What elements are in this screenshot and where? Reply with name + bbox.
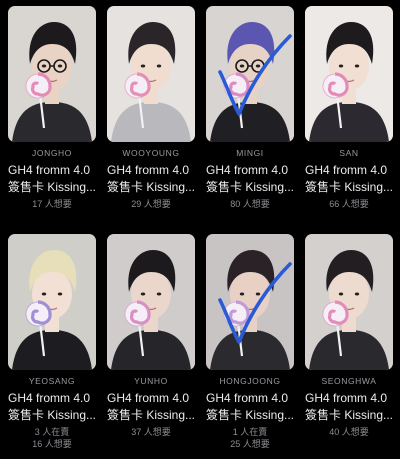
member-name: SEONGHWA: [321, 376, 377, 386]
eye-left: [239, 292, 245, 296]
card-title-line2: 簽售卡 Kissing...: [8, 180, 96, 194]
photocard-image[interactable]: [107, 6, 195, 142]
eye-left: [338, 292, 344, 296]
photocard-image[interactable]: [305, 234, 393, 370]
card-title-line2: 簽售卡 Kissing...: [206, 408, 294, 422]
photocard-image[interactable]: [107, 234, 195, 370]
member-name: YEOSANG: [28, 376, 76, 386]
member-name: HONGJOONG: [219, 376, 281, 386]
photocard-image[interactable]: [8, 234, 96, 370]
card-title-line1: GH4 fromm 4.0: [206, 163, 289, 177]
member-portrait: [8, 6, 96, 142]
eye-left: [140, 292, 146, 296]
wanted-count: 25 人想要: [230, 439, 270, 449]
photocard-image[interactable]: [305, 6, 393, 142]
wanted-count: 80 人想要: [230, 199, 270, 209]
eye-left: [41, 64, 47, 68]
photocard-item[interactable]: SEONGHWA GH4 fromm 4.0 簽售卡 Kissing... 40 人想…: [305, 234, 393, 456]
photocard-item[interactable]: MINGI GH4 fromm 4.0 簽售卡 Kissing... 80 人想要: [206, 6, 294, 228]
card-title-line1: GH4 fromm 4.0: [107, 391, 190, 405]
wanted-count: 29 人想要: [131, 199, 171, 209]
eye-right: [156, 292, 162, 296]
card-title-line1: GH4 fromm 4.0: [305, 163, 388, 177]
selling-count: 1 人在賣: [232, 427, 268, 437]
photocard-item[interactable]: JONGHO GH4 fromm 4.0 簽售卡 Kissing... 17 人想要: [8, 6, 96, 228]
card-title-line2: 簽售卡 Kissing...: [305, 180, 393, 194]
photocard-image[interactable]: [8, 6, 96, 142]
eye-right: [255, 292, 261, 296]
member-portrait: [206, 6, 294, 142]
card-title-line2: 簽售卡 Kissing...: [305, 408, 393, 422]
eye-left: [239, 64, 245, 68]
photocard-grid: JONGHO GH4 fromm 4.0 簽售卡 Kissing... 17 人想要 W…: [8, 6, 396, 456]
eye-left: [338, 64, 344, 68]
eye-right: [354, 292, 360, 296]
eye-left: [41, 292, 47, 296]
member-portrait: [305, 6, 393, 142]
photocard-image[interactable]: [206, 6, 294, 142]
member-portrait: [305, 234, 393, 370]
card-title-line2: 簽售卡 Kissing...: [206, 180, 294, 194]
photocard-item[interactable]: HONGJOONG GH4 fromm 4.0 簽售卡 Kissing... 1 人在…: [206, 234, 294, 456]
card-title-line1: GH4 fromm 4.0: [305, 391, 388, 405]
eye-right: [354, 64, 360, 68]
member-portrait: [206, 234, 294, 370]
photocard-item[interactable]: WOOYOUNG GH4 fromm 4.0 簽售卡 Kissing... 29 人想…: [107, 6, 195, 228]
card-title-line1: GH4 fromm 4.0: [8, 391, 91, 405]
card-title-line1: GH4 fromm 4.0: [8, 163, 91, 177]
member-name: WOOYOUNG: [122, 148, 180, 158]
photocard-item[interactable]: YUNHO GH4 fromm 4.0 簽售卡 Kissing... 37 人想要: [107, 234, 195, 456]
eye-left: [140, 64, 146, 68]
member-portrait: [107, 6, 195, 142]
member-portrait: [107, 234, 195, 370]
card-title-line2: 簽售卡 Kissing...: [8, 408, 96, 422]
wanted-count: 66 人想要: [329, 199, 369, 209]
wanted-count: 17 人想要: [32, 199, 72, 209]
wanted-count: 37 人想要: [131, 427, 171, 437]
card-title-line1: GH4 fromm 4.0: [107, 163, 190, 177]
photocard-image[interactable]: [206, 234, 294, 370]
wanted-count: 40 人想要: [329, 427, 369, 437]
card-title-line2: 簽售卡 Kissing...: [107, 180, 195, 194]
member-portrait: [8, 234, 96, 370]
eye-right: [57, 64, 63, 68]
eye-right: [156, 64, 162, 68]
photocard-item[interactable]: SAN GH4 fromm 4.0 簽售卡 Kissing... 66 人想要: [305, 6, 393, 228]
member-name: JONGHO: [32, 148, 72, 158]
member-name: MINGI: [236, 148, 264, 158]
eye-right: [255, 64, 261, 68]
photocard-item[interactable]: YEOSANG GH4 fromm 4.0 簽售卡 Kissing... 3 人在賣 1…: [8, 234, 96, 456]
member-name: SAN: [339, 148, 359, 158]
wanted-count: 16 人想要: [32, 439, 72, 449]
card-title-line1: GH4 fromm 4.0: [206, 391, 289, 405]
eye-right: [57, 292, 63, 296]
selling-count: 3 人在賣: [34, 427, 70, 437]
member-name: YUNHO: [134, 376, 168, 386]
card-title-line2: 簽售卡 Kissing...: [107, 408, 195, 422]
